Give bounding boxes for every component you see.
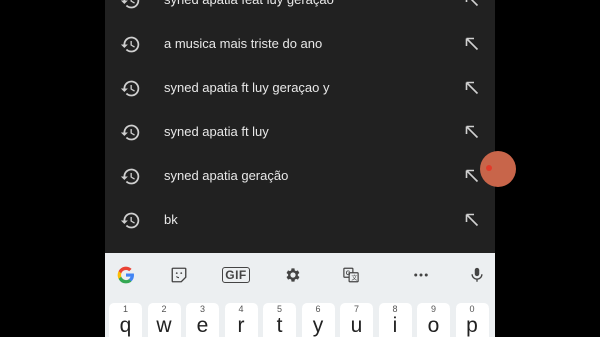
floating-overlay-bubble[interactable] (480, 151, 516, 187)
overlay-dot-center (486, 165, 492, 171)
key-letter: w (156, 314, 172, 337)
key-number: 0 (469, 304, 475, 314)
arrow-up-left-icon[interactable] (465, 213, 479, 227)
key-t[interactable]: 5 t (263, 303, 296, 337)
key-r[interactable]: 4 r (224, 303, 258, 337)
key-w[interactable]: 2 w (147, 303, 181, 337)
key-letter: e (196, 314, 209, 337)
more-icon[interactable] (410, 264, 432, 286)
history-icon (120, 124, 140, 141)
key-number: 4 (238, 304, 244, 314)
key-number: 5 (276, 304, 282, 314)
suggestion-item[interactable]: bk (105, 198, 495, 242)
keyboard-toolbar: GIF G 文 (105, 253, 495, 297)
key-u[interactable]: 7 u (340, 303, 373, 337)
suggestion-item[interactable]: syned apatia geração (105, 154, 495, 198)
arrow-up-left-icon[interactable] (465, 125, 479, 139)
gif-label: GIF (222, 267, 250, 283)
key-number: 1 (122, 304, 128, 314)
suggestion-list: syned apatia feat luy geração a musica m… (105, 0, 495, 242)
key-letter: t (276, 314, 283, 337)
arrow-up-left-icon[interactable] (465, 0, 479, 7)
history-icon (120, 212, 140, 229)
suggestion-item[interactable]: a musica mais triste do ano (105, 22, 495, 66)
key-letter: u (350, 314, 363, 337)
google-icon[interactable] (115, 264, 137, 286)
suggestion-text: bk (164, 212, 178, 227)
svg-text:G: G (346, 271, 351, 277)
key-p[interactable]: 0 p (455, 303, 489, 337)
key-o[interactable]: 9 o (417, 303, 450, 337)
key-y[interactable]: 6 y (301, 303, 335, 337)
mic-icon[interactable] (466, 264, 488, 286)
history-icon (120, 0, 140, 9)
suggestion-text: a musica mais triste do ano (164, 36, 323, 51)
sticker-icon[interactable] (168, 264, 190, 286)
search-screen: syned apatia feat luy geração a musica m… (105, 0, 495, 337)
key-number: 7 (353, 304, 359, 314)
suggestion-item[interactable]: syned apatia ft luy geraçao y (105, 66, 495, 110)
history-icon (120, 80, 140, 97)
arrow-up-left-icon[interactable] (465, 169, 479, 183)
key-number: 8 (392, 304, 398, 314)
key-q[interactable]: 1 q (109, 303, 142, 337)
key-number: 2 (161, 304, 167, 314)
translate-icon[interactable]: G 文 (340, 264, 362, 286)
key-number: 6 (315, 304, 321, 314)
arrow-up-left-icon[interactable] (465, 81, 479, 95)
key-letter: r (237, 314, 245, 337)
key-e[interactable]: 3 e (186, 303, 219, 337)
key-letter: o (427, 314, 440, 337)
suggestion-text: syned apatia ft luy geraçao y (164, 80, 330, 95)
suggestion-item[interactable]: syned apatia feat luy geração (105, 0, 495, 22)
arrow-up-left-icon[interactable] (465, 37, 479, 51)
suggestion-text: syned apatia feat luy geração (164, 0, 334, 22)
key-letter: y (312, 314, 324, 337)
history-icon (120, 168, 140, 185)
key-row-top: 1 q 2 w 3 e 4 r 5 t 6 y 7 u 8 i 9 o 0 p (105, 297, 495, 337)
key-letter: q (119, 314, 132, 337)
key-letter: p (466, 314, 478, 337)
key-number: 3 (199, 304, 205, 314)
gear-icon[interactable] (282, 264, 304, 286)
suggestion-text: syned apatia ft luy (164, 124, 269, 139)
keyboard: GIF G 文 1 q 2 w 3 e 4 r 5 t 6 y 7 u 8 i … (105, 253, 495, 337)
key-i[interactable]: 8 i (378, 303, 412, 337)
suggestion-text: syned apatia geração (164, 168, 289, 183)
suggestion-item[interactable]: syned apatia ft luy (105, 110, 495, 154)
key-number: 9 (430, 304, 436, 314)
key-letter: i (392, 314, 398, 337)
history-icon (120, 36, 140, 53)
svg-text:文: 文 (351, 274, 357, 282)
gif-button[interactable]: GIF (222, 264, 250, 286)
